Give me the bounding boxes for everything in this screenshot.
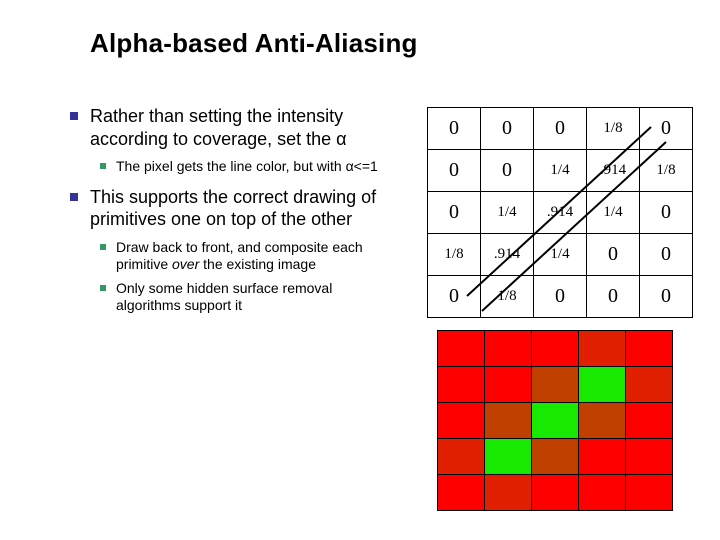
grid-cell: 0 bbox=[481, 150, 534, 192]
slide-body: Rather than setting the intensity accord… bbox=[70, 105, 395, 325]
bullet-1-sub: The pixel gets the line color, but with … bbox=[100, 158, 395, 176]
grid-cell: 0 bbox=[534, 108, 587, 150]
grid-cell: 1/4 bbox=[534, 150, 587, 192]
color-cell bbox=[485, 439, 532, 475]
color-cell bbox=[485, 367, 532, 403]
table-row bbox=[438, 367, 673, 403]
table-row bbox=[438, 475, 673, 511]
color-cell bbox=[438, 367, 485, 403]
grid-cell: 0 bbox=[428, 150, 481, 192]
color-cell bbox=[438, 331, 485, 367]
table-row: 0 0 0 1/8 0 bbox=[428, 108, 693, 150]
color-cell bbox=[626, 439, 673, 475]
color-cell bbox=[579, 403, 626, 439]
grid-cell: 0 bbox=[640, 108, 693, 150]
grid-cell: 1/8 bbox=[640, 150, 693, 192]
bullet-2-sub-1: Draw back to front, and composite each p… bbox=[100, 239, 395, 274]
slide-title: Alpha-based Anti-Aliasing bbox=[90, 28, 418, 59]
grid-cell: 0 bbox=[587, 276, 640, 318]
table-row bbox=[438, 403, 673, 439]
grid-cell: 0 bbox=[481, 108, 534, 150]
slide: Alpha-based Anti-Aliasing Rather than se… bbox=[0, 0, 720, 540]
grid-cell: 0 bbox=[640, 192, 693, 234]
color-cell bbox=[438, 439, 485, 475]
grid-cell: 1/8 bbox=[481, 276, 534, 318]
square-bullet-icon bbox=[70, 105, 90, 150]
color-cell bbox=[626, 475, 673, 511]
color-cell bbox=[626, 331, 673, 367]
color-cell bbox=[579, 367, 626, 403]
table-row bbox=[438, 439, 673, 475]
color-cell bbox=[485, 403, 532, 439]
bullet-2-sub-2-text: Only some hidden surface removal algorit… bbox=[116, 280, 395, 315]
color-cell bbox=[626, 367, 673, 403]
grid-cell: 0 bbox=[587, 234, 640, 276]
grid-cell: 0 bbox=[534, 276, 587, 318]
bullet-1-sub-1: The pixel gets the line color, but with … bbox=[100, 158, 395, 176]
bullet-1-sub-1-text: The pixel gets the line color, but with … bbox=[116, 158, 395, 176]
table-row bbox=[438, 331, 673, 367]
text-c: the existing image bbox=[199, 256, 316, 272]
grid-cell: 1/8 bbox=[428, 234, 481, 276]
square-bullet-icon bbox=[100, 280, 116, 315]
color-cell bbox=[438, 403, 485, 439]
color-cell bbox=[579, 439, 626, 475]
table-row: 0 1/4 .914 1/4 0 bbox=[428, 192, 693, 234]
grid-cell: 0 bbox=[428, 108, 481, 150]
color-cell bbox=[532, 367, 579, 403]
grid-cell: 0 bbox=[640, 234, 693, 276]
color-cell bbox=[532, 331, 579, 367]
color-cell bbox=[579, 475, 626, 511]
grid-cell: .914 bbox=[534, 192, 587, 234]
grid-cell: .914 bbox=[481, 234, 534, 276]
color-cell bbox=[532, 475, 579, 511]
color-cell bbox=[532, 439, 579, 475]
color-cell bbox=[485, 475, 532, 511]
grid-cell: .914 bbox=[587, 150, 640, 192]
bullet-2-sub-1-text: Draw back to front, and composite each p… bbox=[116, 239, 395, 274]
color-cell bbox=[626, 403, 673, 439]
alpha-value-grid: 0 0 0 1/8 0 0 0 1/4 .914 1/8 0 1/4 .914 … bbox=[427, 107, 693, 318]
bullet-2-sub: Draw back to front, and composite each p… bbox=[100, 239, 395, 315]
text-b: over bbox=[172, 256, 199, 272]
bullet-1-text: Rather than setting the intensity accord… bbox=[90, 105, 395, 150]
square-bullet-icon bbox=[100, 239, 116, 274]
grid-cell: 1/4 bbox=[587, 192, 640, 234]
grid-cell: 0 bbox=[428, 276, 481, 318]
color-cell bbox=[532, 403, 579, 439]
bullet-1: Rather than setting the intensity accord… bbox=[70, 105, 395, 150]
grid-cell: 0 bbox=[640, 276, 693, 318]
table-row: 0 1/8 0 0 0 bbox=[428, 276, 693, 318]
color-cell bbox=[579, 331, 626, 367]
color-cell bbox=[438, 475, 485, 511]
bullet-2: This supports the correct drawing of pri… bbox=[70, 186, 395, 231]
grid-cell: 1/4 bbox=[481, 192, 534, 234]
bullet-2-text: This supports the correct drawing of pri… bbox=[90, 186, 395, 231]
table-row: 1/8 .914 1/4 0 0 bbox=[428, 234, 693, 276]
bullet-2-sub-2: Only some hidden surface removal algorit… bbox=[100, 280, 395, 315]
square-bullet-icon bbox=[100, 158, 116, 176]
color-cell bbox=[485, 331, 532, 367]
color-result-grid bbox=[437, 330, 673, 511]
grid-cell: 1/4 bbox=[534, 234, 587, 276]
grid-cell: 1/8 bbox=[587, 108, 640, 150]
grid-cell: 0 bbox=[428, 192, 481, 234]
table-row: 0 0 1/4 .914 1/8 bbox=[428, 150, 693, 192]
square-bullet-icon bbox=[70, 186, 90, 231]
